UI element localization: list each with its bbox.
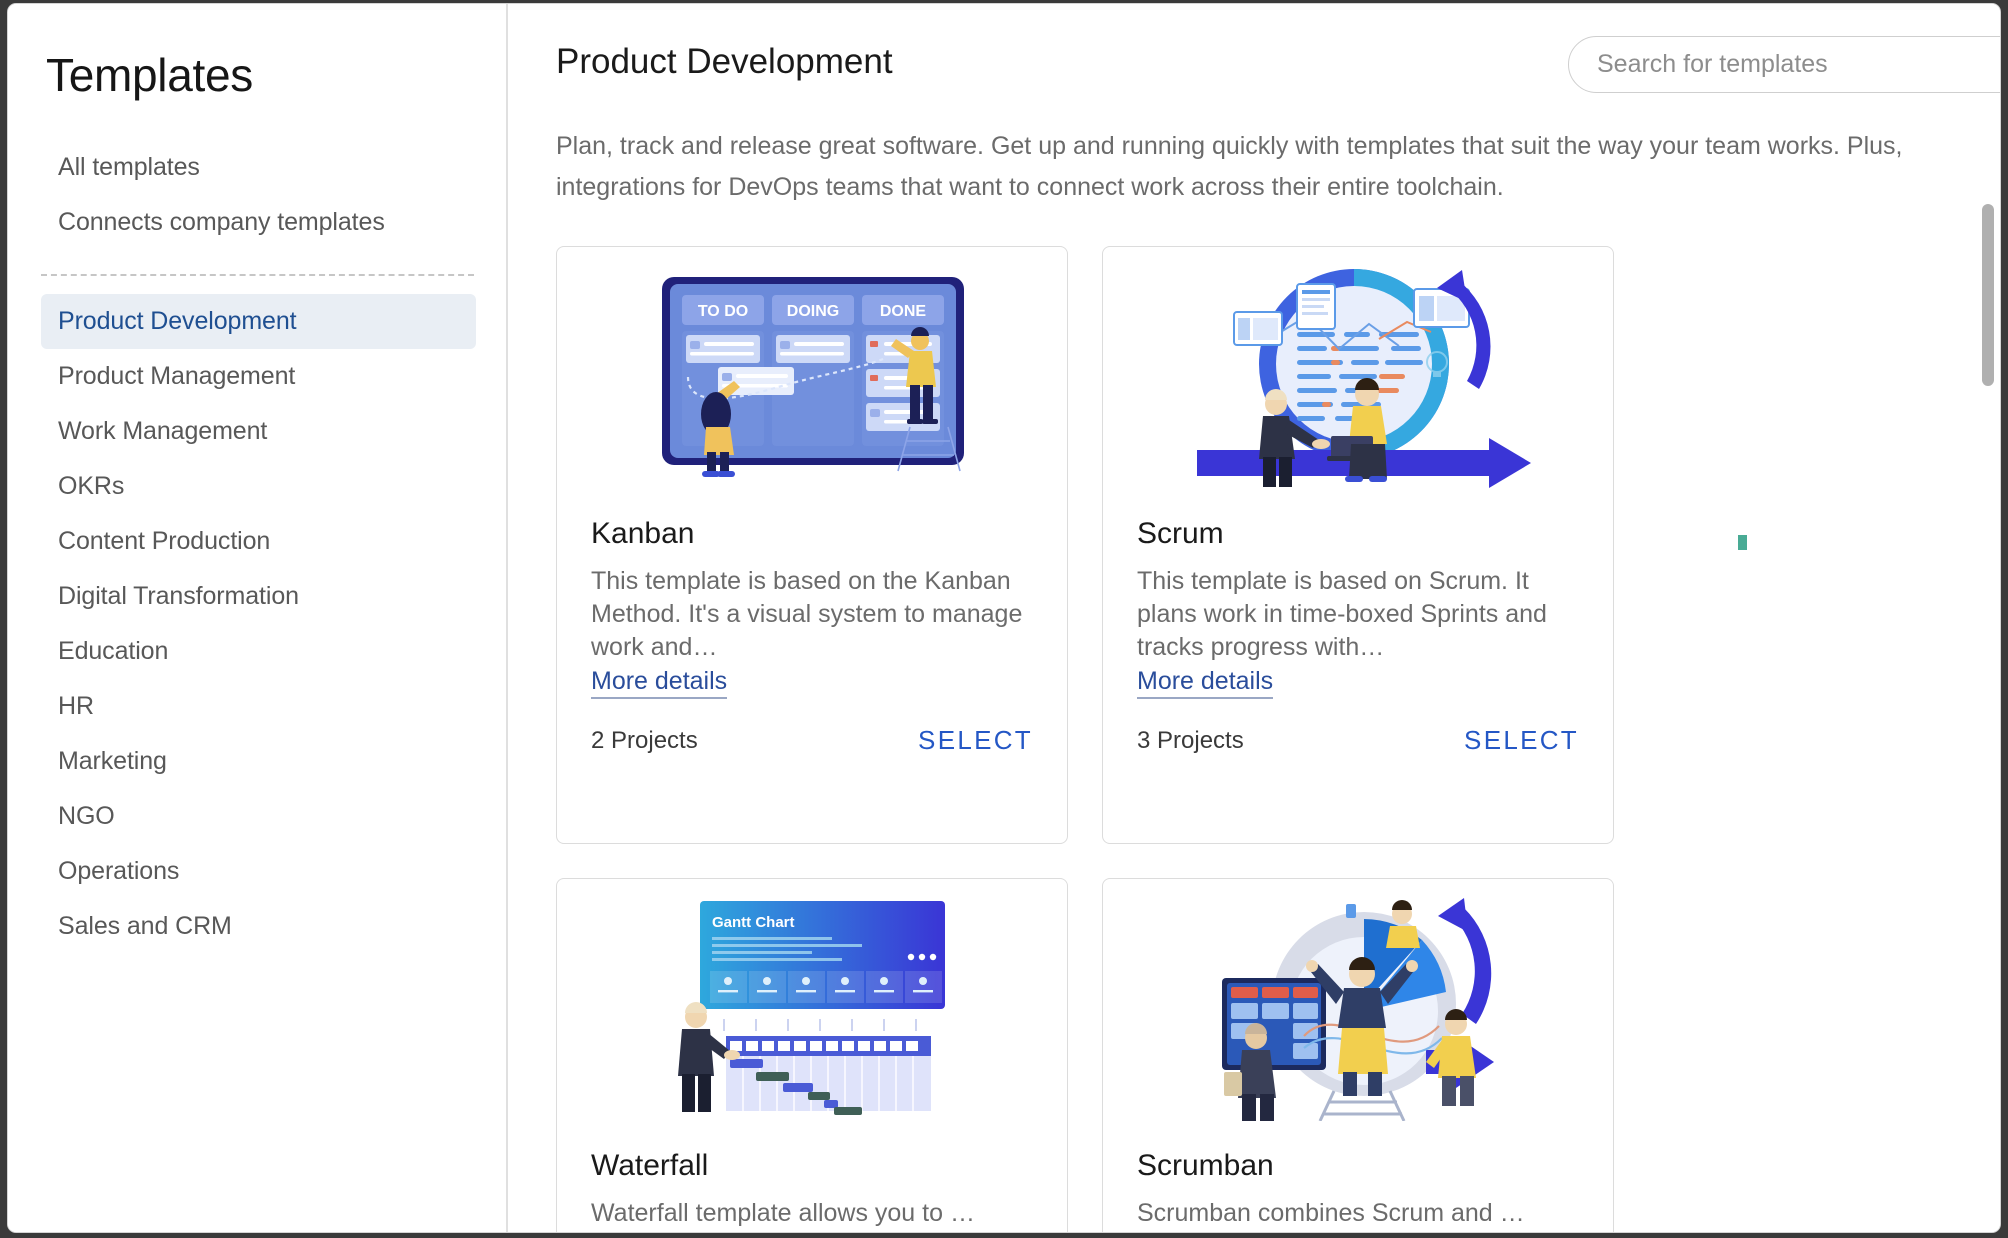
sidebar-item-okrs[interactable]: OKRs bbox=[41, 459, 476, 514]
card-body: Kanban This template is based on the Kan… bbox=[591, 517, 1037, 699]
sidebar-item-education[interactable]: Education bbox=[41, 624, 476, 679]
sidebar-item-label: Sales and CRM bbox=[58, 912, 232, 940]
sidebar-top-nav: All templates Connects company templates bbox=[8, 140, 508, 250]
sidebar-item-sales-and-crm[interactable]: Sales and CRM bbox=[41, 899, 476, 954]
sidebar-item-label: Marketing bbox=[58, 747, 167, 775]
card-description: Waterfall template allows you to … bbox=[591, 1199, 975, 1227]
sidebar-item-label: Work Management bbox=[58, 417, 268, 445]
sidebar-item-label: Product Management bbox=[58, 362, 296, 390]
card-description: This template is based on Scrum. It plan… bbox=[1137, 567, 1547, 661]
sidebar-item-label: Connects company templates bbox=[58, 208, 385, 236]
sidebar-divider bbox=[41, 274, 474, 276]
sidebar-item-product-management[interactable]: Product Management bbox=[41, 349, 476, 404]
sidebar-item-product-development[interactable]: Product Development bbox=[41, 294, 476, 349]
sidebar-item-work-management[interactable]: Work Management bbox=[41, 404, 476, 459]
sidebar-item-hr[interactable]: HR bbox=[41, 679, 476, 734]
card-footer: 2 Projects SELECT bbox=[591, 725, 1033, 756]
card-body: Waterfall Waterfall template allows you … bbox=[591, 1149, 1037, 1232]
scrumban-board-illustration bbox=[1103, 883, 1613, 1123]
card-title: Kanban bbox=[591, 517, 695, 550]
screen-root: Templates All templates Connects company… bbox=[0, 0, 2008, 1238]
sidebar-item-label: Operations bbox=[58, 857, 180, 885]
sidebar-item-label: HR bbox=[58, 692, 94, 720]
sidebar-item-operations[interactable]: Operations bbox=[41, 844, 476, 899]
sidebar-item-content-production[interactable]: Content Production bbox=[41, 514, 476, 569]
gantt-chart-label: Gantt Chart bbox=[712, 914, 795, 931]
sidebar-category-nav: Product Development Product Management W… bbox=[8, 294, 508, 954]
sidebar-item-label: Content Production bbox=[58, 527, 271, 555]
sidebar-item-label: Product Development bbox=[58, 307, 297, 335]
page-title: Templates bbox=[46, 49, 253, 101]
sidebar-item-label: All templates bbox=[58, 153, 200, 181]
main-panel: Product Development Search for templates… bbox=[510, 4, 2000, 1232]
template-card-grid: TO DO DOING DONE Kanban This template is… bbox=[556, 246, 1996, 1232]
more-details-link[interactable]: More details bbox=[591, 667, 728, 699]
sidebar-item-label: NGO bbox=[58, 802, 115, 830]
sidebar-item-digital-transformation[interactable]: Digital Transformation bbox=[41, 569, 476, 624]
card-body: Scrum This template is based on Scrum. I… bbox=[1137, 517, 1583, 699]
template-card-scrumban[interactable]: Scrumban Scrumban combines Scrum and … M… bbox=[1102, 878, 1614, 1232]
card-title: Scrumban bbox=[1137, 1149, 1274, 1182]
category-title: Product Development bbox=[556, 42, 893, 81]
template-card-scrum[interactable]: Scrum This template is based on Scrum. I… bbox=[1102, 246, 1614, 844]
category-description: Plan, track and release great software. … bbox=[556, 132, 1903, 201]
template-card-waterfall[interactable]: Gantt Chart Waterfall Waterfall template… bbox=[556, 878, 1068, 1232]
sidebar-item-label: OKRs bbox=[58, 472, 125, 500]
more-details-link[interactable]: More details bbox=[1137, 667, 1274, 699]
search-input[interactable] bbox=[1597, 37, 1997, 92]
sidebar-item-all-templates[interactable]: All templates bbox=[8, 140, 508, 195]
kanban-column-doing: DOING bbox=[787, 303, 839, 320]
card-description: Scrumban combines Scrum and … bbox=[1137, 1199, 1525, 1227]
template-card-kanban[interactable]: TO DO DOING DONE Kanban This template is… bbox=[556, 246, 1068, 844]
sidebar-item-label: Education bbox=[58, 637, 169, 665]
select-button[interactable]: SELECT bbox=[1464, 725, 1579, 756]
scrollbar-thumb[interactable] bbox=[1982, 204, 1994, 386]
sidebar-item-label: Digital Transformation bbox=[58, 582, 299, 610]
sidebar: Templates All templates Connects company… bbox=[8, 4, 508, 1232]
kanban-column-done: DONE bbox=[880, 303, 927, 320]
projects-count: 2 Projects bbox=[591, 726, 698, 754]
main-header: Product Development bbox=[510, 4, 2000, 116]
sidebar-item-marketing[interactable]: Marketing bbox=[41, 734, 476, 789]
sidebar-item-ngo[interactable]: NGO bbox=[41, 789, 476, 844]
gantt-chart-illustration: Gantt Chart bbox=[557, 883, 1067, 1123]
kanban-board-illustration: TO DO DOING DONE bbox=[557, 251, 1067, 491]
scrum-cycle-illustration bbox=[1103, 251, 1613, 491]
kanban-column-todo: TO DO bbox=[698, 303, 748, 320]
sidebar-item-connects-company-templates[interactable]: Connects company templates bbox=[8, 195, 508, 250]
card-title: Waterfall bbox=[591, 1149, 709, 1182]
templates-dialog: Templates All templates Connects company… bbox=[8, 4, 2000, 1232]
card-title: Scrum bbox=[1137, 517, 1224, 550]
card-footer: 3 Projects SELECT bbox=[1137, 725, 1579, 756]
search-box[interactable] bbox=[1568, 36, 2000, 93]
projects-count: 3 Projects bbox=[1137, 726, 1244, 754]
card-description: This template is based on the Kanban Met… bbox=[591, 567, 1023, 661]
select-button[interactable]: SELECT bbox=[918, 725, 1033, 756]
card-body: Scrumban Scrumban combines Scrum and … M… bbox=[1137, 1149, 1583, 1232]
teal-marker bbox=[1738, 535, 1747, 550]
